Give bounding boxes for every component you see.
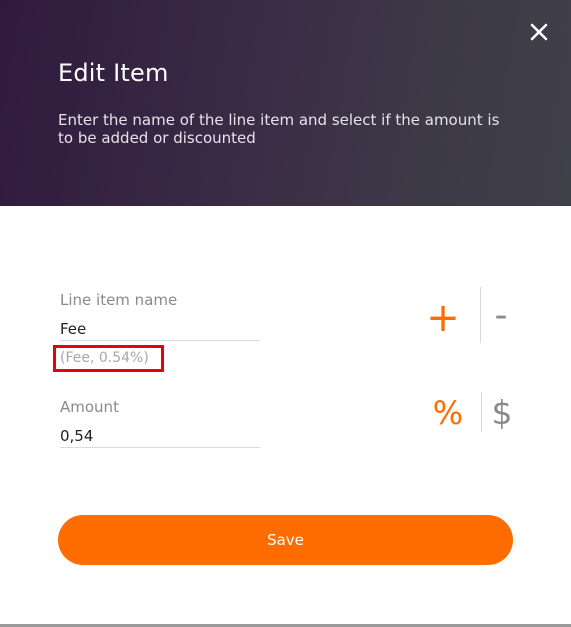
line-item-name-field: Line item name bbox=[60, 291, 260, 341]
amount-input[interactable] bbox=[60, 425, 260, 448]
add-toggle-button[interactable]: + bbox=[424, 296, 462, 340]
toggle-divider bbox=[480, 287, 481, 343]
line-item-name-input[interactable] bbox=[60, 318, 260, 341]
dialog-subtitle: Enter the name of the line item and sele… bbox=[58, 111, 500, 147]
close-icon bbox=[530, 23, 548, 41]
dialog-header: Edit Item Enter the name of the line ite… bbox=[0, 0, 571, 206]
dollar-toggle-button[interactable]: $ bbox=[488, 391, 516, 435]
discount-toggle-button[interactable]: - bbox=[487, 296, 515, 340]
amount-label: Amount bbox=[60, 398, 119, 416]
save-button[interactable]: Save bbox=[58, 515, 513, 565]
amount-field: Amount bbox=[60, 398, 260, 448]
unit-divider bbox=[481, 392, 482, 432]
percent-toggle-button[interactable]: % bbox=[428, 391, 468, 435]
dialog-title: Edit Item bbox=[58, 59, 169, 87]
line-item-name-label: Line item name bbox=[60, 291, 178, 309]
close-button[interactable] bbox=[527, 20, 551, 44]
line-item-preview-hint: (Fee, 0.54%) bbox=[53, 345, 164, 372]
